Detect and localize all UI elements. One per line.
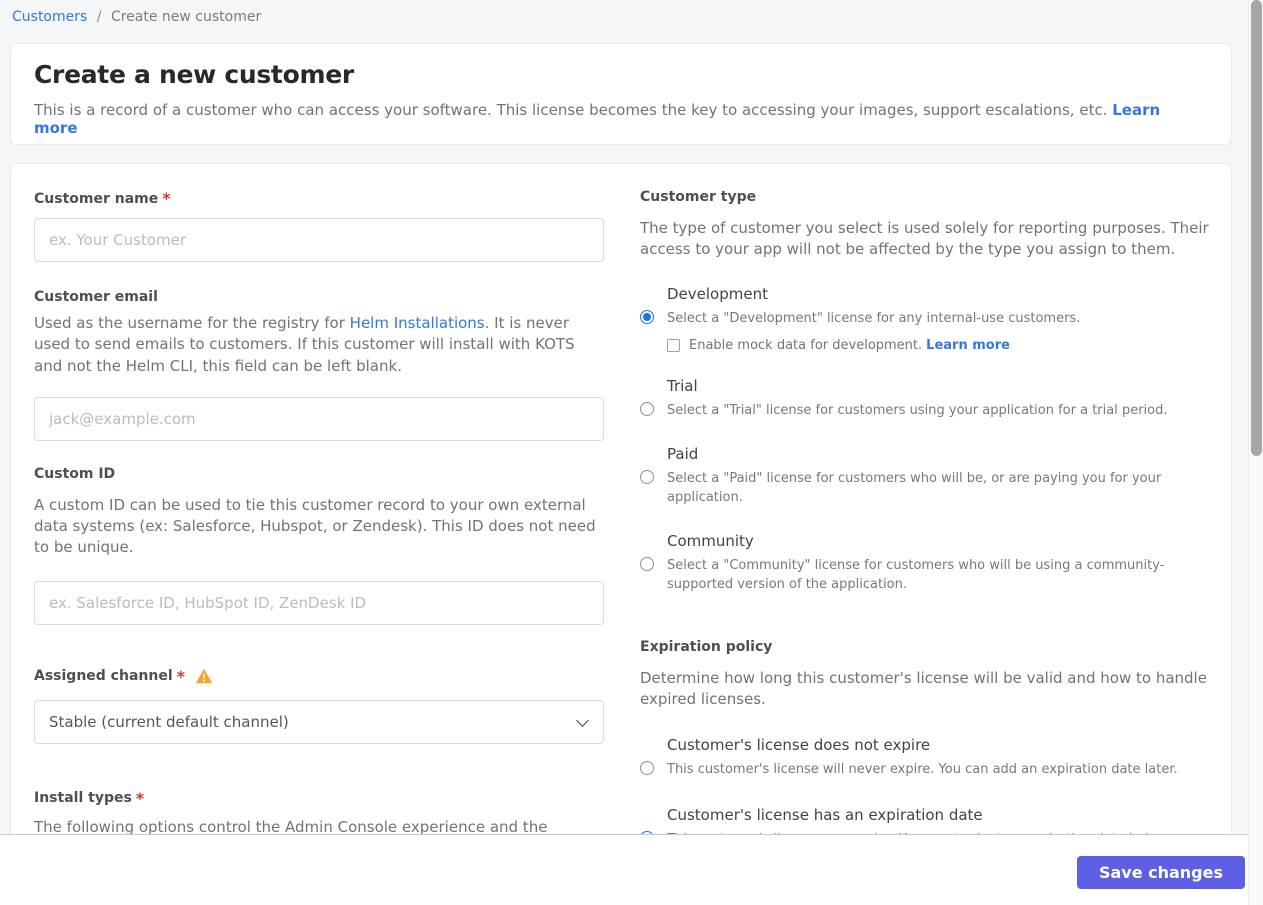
scrollbar-track[interactable]	[1248, 0, 1263, 905]
breadcrumb-customers-link[interactable]: Customers	[12, 9, 87, 25]
option-desc-paid: Select a "Paid" license for customers wh…	[667, 470, 1162, 506]
custom-id-section: Custom ID A custom ID can be used to tie…	[34, 466, 604, 625]
expiration-policy-section: Expiration policy Determine how long thi…	[640, 639, 1210, 850]
option-desc-development: Select a "Development" license for any i…	[667, 310, 1081, 326]
customer-type-option-trial: Trial Select a "Trial" license for custo…	[640, 377, 1210, 421]
helm-installations-link[interactable]: Helm Installations	[350, 314, 485, 332]
assigned-channel-select[interactable]: Stable (current default channel)	[34, 699, 604, 744]
page-header-card: Create a new customer This is a record o…	[10, 43, 1232, 145]
option-label-community: Community	[667, 531, 754, 550]
breadcrumb-separator: /	[96, 9, 102, 25]
breadcrumb-current: Create new customer	[110, 9, 262, 25]
warning-icon	[195, 669, 213, 684]
footer-bar: Save changes	[0, 834, 1248, 905]
custom-id-description: A custom ID can be used to tie this cust…	[34, 495, 596, 557]
option-label-no-expire: Customer's license does not expire	[667, 736, 931, 755]
form-left-column: Customer name * Customer email Used as t…	[34, 189, 604, 857]
page-description-text: This is a record of a customer who can a…	[34, 101, 1108, 119]
assigned-channel-section: Assigned channel * Stable (current defau…	[34, 667, 604, 744]
radio-no-expire[interactable]	[640, 761, 654, 776]
customer-email-label: Customer email	[34, 289, 158, 305]
option-label-has-date: Customer's license has an expiration dat…	[667, 805, 983, 824]
customer-email-input[interactable]	[34, 396, 604, 441]
mock-data-row: Enable mock data for development. Learn …	[667, 338, 1210, 353]
custom-id-label: Custom ID	[34, 465, 116, 482]
custom-id-input[interactable]	[34, 580, 604, 625]
mock-data-learn-more-link[interactable]: Learn more	[926, 338, 1010, 353]
radio-paid[interactable]	[640, 469, 654, 484]
customer-type-description: The type of customer you select is used …	[640, 219, 1209, 259]
required-asterisk: *	[176, 666, 185, 686]
customer-type-option-development: Development Select a "Development" licen…	[640, 284, 1210, 353]
customer-type-option-community: Community Select a "Community" license f…	[640, 532, 1210, 595]
radio-community[interactable]	[640, 556, 654, 571]
option-label-development: Development	[667, 284, 768, 303]
customer-name-section: Customer name *	[34, 189, 604, 262]
required-asterisk: *	[162, 189, 171, 208]
page-title: Create a new customer	[34, 60, 354, 89]
option-label-paid: Paid	[667, 444, 699, 463]
customer-type-option-paid: Paid Select a "Paid" license for custome…	[640, 445, 1210, 508]
customer-email-section: Customer email Used as the username for …	[34, 289, 604, 441]
customer-form-card: Customer name * Customer email Used as t…	[10, 163, 1232, 857]
email-desc-before: Used as the username for the registry fo…	[34, 314, 350, 332]
option-desc-community: Select a "Community" license for custome…	[667, 557, 1165, 593]
scrollbar-thumb[interactable]	[1251, 0, 1262, 456]
radio-trial[interactable]	[640, 402, 654, 417]
option-label-trial: Trial	[667, 377, 698, 396]
customer-name-input[interactable]	[34, 218, 604, 262]
assigned-channel-label: Assigned channel	[34, 668, 173, 685]
radio-development[interactable]	[640, 309, 654, 324]
customer-name-label: Customer name	[34, 190, 159, 207]
breadcrumb: Customers / Create new customer	[12, 9, 261, 25]
customer-type-label: Customer type	[640, 189, 757, 205]
form-right-column: Customer type The type of customer you s…	[640, 189, 1210, 847]
required-asterisk: *	[135, 788, 145, 808]
save-changes-button[interactable]: Save changes	[1076, 856, 1245, 889]
mock-data-label: Enable mock data for development.	[689, 338, 923, 354]
option-desc-trial: Select a "Trial" license for customers u…	[667, 403, 1168, 419]
option-desc-no-expire: This customer's license will never expir…	[667, 762, 1178, 778]
expiration-policy-label: Expiration policy	[640, 638, 773, 655]
expiration-policy-description: Determine how long this customer's licen…	[640, 668, 1207, 708]
page-description: This is a record of a customer who can a…	[34, 101, 1208, 137]
expiration-option-no-expire: Customer's license does not expire This …	[640, 736, 1210, 780]
customer-email-description: Used as the username for the registry fo…	[34, 313, 604, 377]
install-types-label: Install types	[34, 790, 132, 807]
customer-type-section: Customer type The type of customer you s…	[640, 189, 1210, 595]
mock-data-checkbox[interactable]	[667, 339, 680, 353]
